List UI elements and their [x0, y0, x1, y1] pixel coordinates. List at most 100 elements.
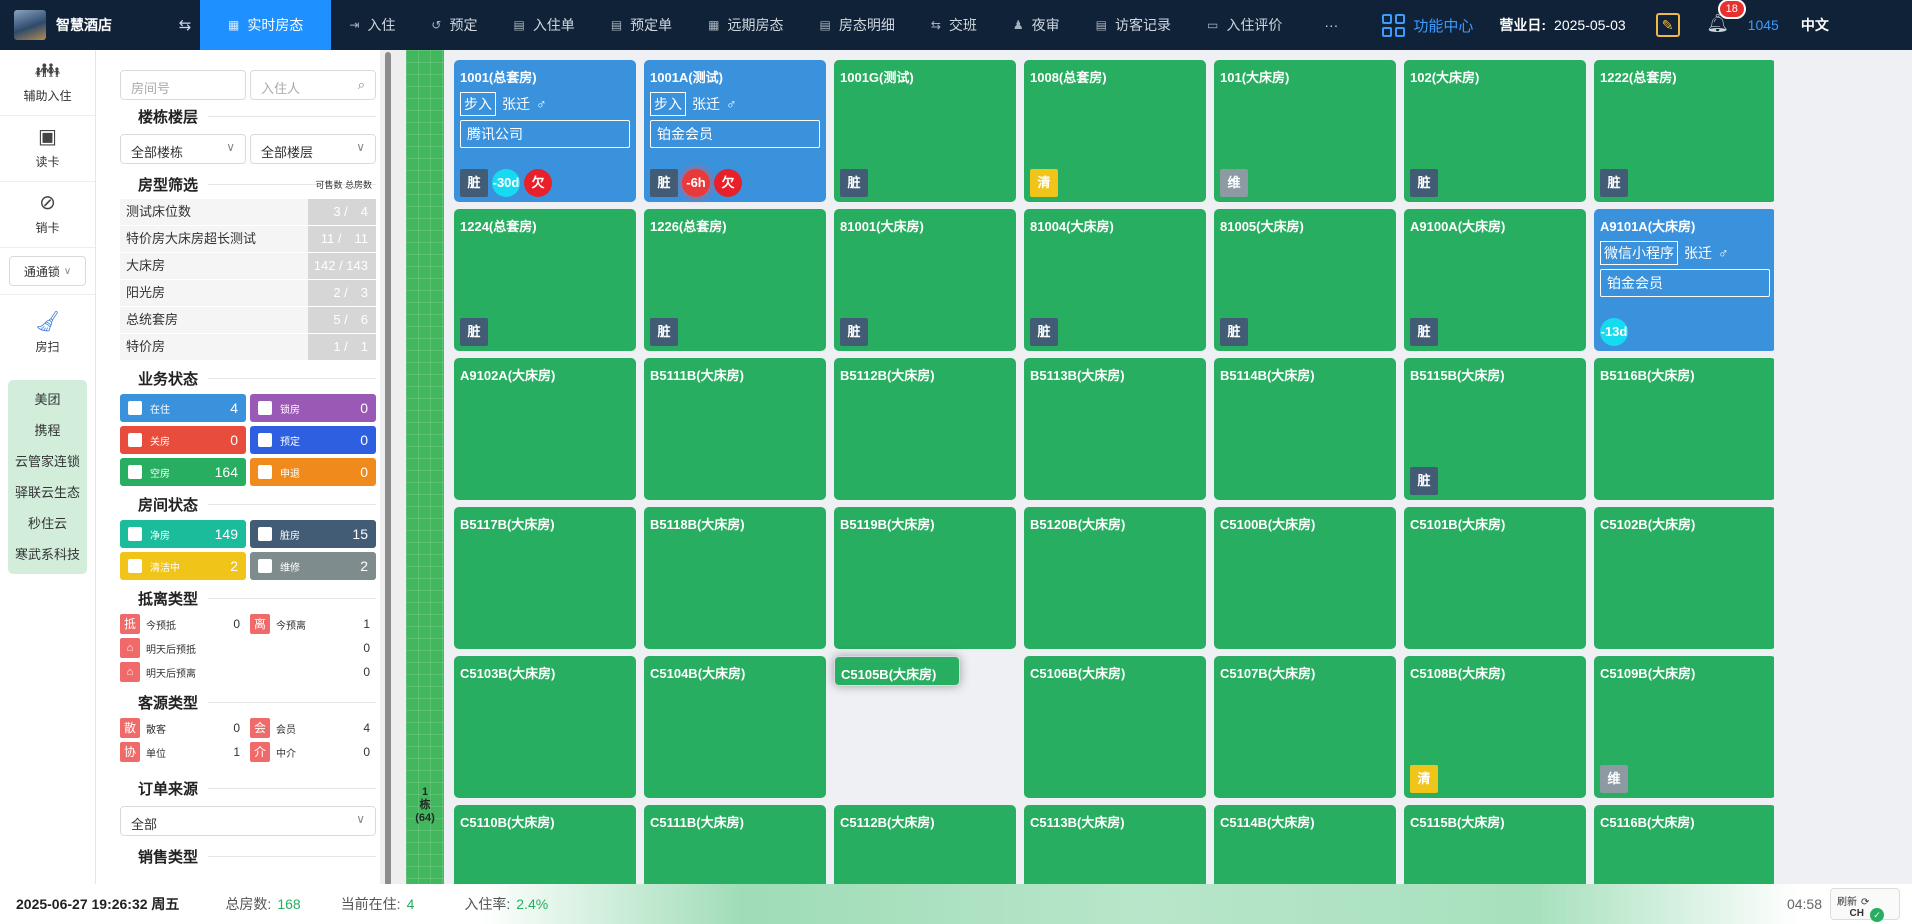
status-filter[interactable]: 申退 0	[250, 458, 376, 486]
tab-3[interactable]: ▤ 入住单	[495, 0, 592, 50]
lock-type-select[interactable]: 通通锁 ∨	[9, 256, 86, 286]
status-filter[interactable]: 锁房 0	[250, 394, 376, 422]
checkbox[interactable]	[128, 465, 142, 479]
room-card[interactable]: A9101A(大床房) 微信小程序 张迁 ♂ 铂金会员 -13d	[1594, 209, 1774, 351]
scrollbar-thumb[interactable]	[385, 52, 391, 886]
room-card[interactable]: 81005(大床房) 脏	[1214, 209, 1396, 351]
refresh-button[interactable]: 刷新 ⟳	[1830, 888, 1900, 920]
source-member-filter[interactable]: 会会员 4	[250, 718, 376, 738]
room-card[interactable]: C5112B(大床房)	[834, 805, 1016, 884]
tab-5[interactable]: ▦ 远期房态	[690, 0, 801, 50]
room-card[interactable]: C5101B(大床房)	[1404, 507, 1586, 649]
source-agent-filter[interactable]: 介中介 0	[250, 742, 376, 762]
more-tabs-button[interactable]: ···	[1300, 0, 1362, 50]
channel-item[interactable]: 寒武系科技	[8, 539, 87, 570]
today-departure-filter[interactable]: 离今预离 1	[250, 614, 376, 634]
language-switch[interactable]: 中文	[1801, 15, 1829, 35]
channel-item[interactable]: 云管家连锁	[8, 446, 87, 477]
room-card[interactable]: C5107B(大床房)	[1214, 656, 1396, 798]
status-filter[interactable]: 空房 164	[120, 458, 246, 486]
checkbox[interactable]	[258, 433, 272, 447]
room-card[interactable]: 1001(总套房) 步入 张迁 ♂ 腾讯公司脏 -30d 欠	[454, 60, 636, 202]
room-card[interactable]: B5111B(大床房)	[644, 358, 826, 500]
room-card[interactable]: B5116B(大床房)	[1594, 358, 1774, 500]
room-card[interactable]: C5116B(大床房)	[1594, 805, 1774, 884]
room-card[interactable]: C5114B(大床房)	[1214, 805, 1396, 884]
room-card[interactable]: C5110B(大床房)	[454, 805, 636, 884]
room-card[interactable]: B5119B(大床房)	[834, 507, 1016, 649]
room-card[interactable]: C5100B(大床房)	[1214, 507, 1396, 649]
read-card-button[interactable]: ▣ 读卡	[0, 116, 95, 182]
tab-4[interactable]: ▤ 预定单	[593, 0, 690, 50]
assist-checkin-button[interactable]: 👪︎ 辅助入住	[0, 50, 95, 116]
room-card[interactable]: C5105B(大床房)	[834, 656, 960, 686]
room-card[interactable]: B5120B(大床房)	[1024, 507, 1206, 649]
room-card[interactable]: C5115B(大床房)	[1404, 805, 1586, 884]
order-source-select[interactable]: 全部 ∨	[120, 806, 376, 836]
room-card[interactable]: C5113B(大床房)	[1024, 805, 1206, 884]
room-card[interactable]: C5103B(大床房)	[454, 656, 636, 798]
search-icon[interactable]: ⌕	[358, 77, 365, 93]
filter-scrollbar[interactable]	[380, 50, 406, 886]
status-filter[interactable]: 清洁中 2	[120, 552, 246, 580]
room-card[interactable]: 102(大床房) 脏	[1404, 60, 1586, 202]
bell-icon[interactable]: 🔔︎ 18	[1706, 0, 1746, 37]
cancel-card-button[interactable]: ⊘ 销卡	[0, 182, 95, 248]
status-filter[interactable]: 脏房 15	[250, 520, 376, 548]
room-card[interactable]: 101(大床房) 维	[1214, 60, 1396, 202]
checkbox[interactable]	[258, 401, 272, 415]
tab-9[interactable]: ▤ 访客记录	[1078, 0, 1189, 50]
tab-0[interactable]: ▦ 实时房态	[200, 0, 332, 50]
room-card[interactable]: 81004(大床房) 脏	[1024, 209, 1206, 351]
status-filter[interactable]: 预定 0	[250, 426, 376, 454]
function-center-button[interactable]: 功能中心	[1382, 13, 1473, 37]
roomtype-row[interactable]: 特价房 1 / 1	[120, 333, 380, 360]
tab-1[interactable]: ⇥ 入住	[331, 0, 413, 50]
swap-icon[interactable]: ⇆	[170, 16, 200, 34]
room-card[interactable]: B5114B(大床房)	[1214, 358, 1396, 500]
room-card[interactable]: 1222(总套房) 脏	[1594, 60, 1774, 202]
channel-item[interactable]: 驿联云生态	[8, 477, 87, 508]
user-id[interactable]: 1045	[1748, 17, 1779, 33]
room-card[interactable]: C5104B(大床房)	[644, 656, 826, 798]
tomorrow-departure-filter[interactable]: ⌂ 明天后预离 0	[120, 662, 376, 682]
guest-name-input[interactable]: 入住人 ⌕	[250, 70, 376, 100]
roomtype-row[interactable]: 阳光房 2 / 3	[120, 279, 380, 306]
status-filter[interactable]: 维修 2	[250, 552, 376, 580]
room-card[interactable]: C5106B(大床房)	[1024, 656, 1206, 798]
room-card[interactable]: C5102B(大床房)	[1594, 507, 1774, 649]
checkbox[interactable]	[258, 465, 272, 479]
housekeeping-button[interactable]: 🧹︎ 房扫	[0, 294, 95, 372]
building-floor-strip[interactable]: 1 栋 (64)	[406, 50, 444, 884]
status-filter[interactable]: 净房 149	[120, 520, 246, 548]
source-walkin-filter[interactable]: 散散客 0	[120, 718, 246, 738]
checkbox[interactable]	[258, 527, 272, 541]
room-number-input[interactable]: 房间号	[120, 70, 246, 100]
room-card[interactable]: B5115B(大床房) 脏	[1404, 358, 1586, 500]
room-card[interactable]: B5118B(大床房)	[644, 507, 826, 649]
status-filter[interactable]: 关房 0	[120, 426, 246, 454]
room-card[interactable]: C5108B(大床房) 清	[1404, 656, 1586, 798]
room-card[interactable]: C5109B(大床房) 维	[1594, 656, 1774, 798]
channel-item[interactable]: 秒住云	[8, 508, 87, 539]
room-card[interactable]: 1001G(测试) 脏	[834, 60, 1016, 202]
room-card[interactable]: B5112B(大床房)	[834, 358, 1016, 500]
tab-10[interactable]: ▭ 入住评价	[1189, 0, 1300, 50]
channel-item[interactable]: 携程	[8, 415, 87, 446]
building-select[interactable]: 全部楼栋 ∨	[120, 134, 246, 164]
room-card[interactable]: B5117B(大床房)	[454, 507, 636, 649]
room-card[interactable]: B5113B(大床房)	[1024, 358, 1206, 500]
roomtype-row[interactable]: 总统套房 5 / 6	[120, 306, 380, 333]
room-card[interactable]: A9102A(大床房)	[454, 358, 636, 500]
tab-7[interactable]: ⇆ 交班	[913, 0, 995, 50]
roomtype-row[interactable]: 测试床位数 3 / 4	[120, 198, 380, 225]
channel-item[interactable]: 美团	[8, 384, 87, 415]
checkbox[interactable]	[128, 433, 142, 447]
floor-select[interactable]: 全部楼层 ∨	[250, 134, 376, 164]
source-corporate-filter[interactable]: 协单位 1	[120, 742, 246, 762]
room-card[interactable]: 1224(总套房) 脏	[454, 209, 636, 351]
room-card[interactable]: A9100A(大床房) 脏	[1404, 209, 1586, 351]
checkbox[interactable]	[258, 559, 272, 573]
edit-icon[interactable]: ✎	[1655, 13, 1680, 37]
today-arrival-filter[interactable]: 抵今预抵 0	[120, 614, 246, 634]
